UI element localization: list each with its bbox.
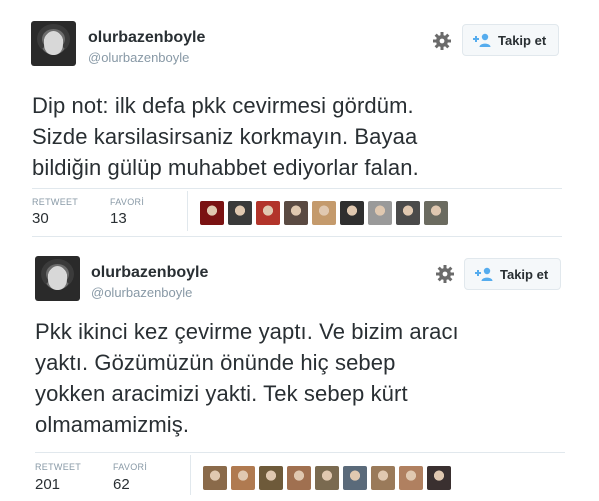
display-name[interactable]: olurbazenboyle bbox=[88, 29, 205, 47]
favoriter-avatar[interactable] bbox=[284, 201, 308, 225]
favoriters-avatars bbox=[200, 201, 448, 225]
retweet-count[interactable]: 201 bbox=[35, 476, 60, 493]
favoriter-avatar[interactable] bbox=[228, 201, 252, 225]
retweet-label: RETWEET bbox=[35, 462, 82, 472]
user-handle[interactable]: @olurbazenboyle bbox=[91, 285, 192, 300]
favorite-count[interactable]: 62 bbox=[113, 476, 130, 493]
favoriter-avatar[interactable] bbox=[371, 466, 395, 490]
favoriter-avatar[interactable] bbox=[424, 201, 448, 225]
tweet-text: Pkk ikinci kez çevirme yaptı. Ve bizim a… bbox=[35, 319, 459, 437]
favoriter-avatar[interactable] bbox=[340, 201, 364, 225]
favoriters-avatars bbox=[203, 466, 451, 490]
favorite-label: FAVORİ bbox=[110, 197, 145, 207]
follow-label: Takip et bbox=[500, 266, 549, 282]
stats-separator bbox=[187, 191, 188, 231]
gear-icon[interactable] bbox=[432, 31, 452, 51]
favoriter-avatar[interactable] bbox=[343, 466, 367, 490]
avatar-face bbox=[48, 266, 67, 290]
retweet-label: RETWEET bbox=[32, 197, 79, 207]
stats-separator bbox=[190, 455, 191, 495]
follow-button[interactable]: Takip et bbox=[464, 258, 562, 290]
follow-person-plus-icon bbox=[473, 33, 491, 47]
user-handle[interactable]: @olurbazenboyle bbox=[88, 50, 189, 65]
retweet-count[interactable]: 30 bbox=[32, 210, 49, 227]
tweet-2: olurbazenboyle @olurbazenboyle Takip et bbox=[0, 238, 599, 501]
favoriter-avatar[interactable] bbox=[368, 201, 392, 225]
follow-label: Takip et bbox=[498, 32, 547, 48]
favoriter-avatar[interactable] bbox=[259, 466, 283, 490]
avatar-face bbox=[44, 31, 63, 55]
stats-divider-top bbox=[32, 188, 562, 189]
avatar[interactable] bbox=[31, 21, 76, 66]
display-name[interactable]: olurbazenboyle bbox=[91, 264, 208, 282]
stats-divider-top bbox=[35, 452, 565, 453]
tweet-text: Dip not: ilk defa pkk cevirmesi gördüm. … bbox=[32, 93, 419, 180]
favoriter-avatar[interactable] bbox=[399, 466, 423, 490]
favoriter-avatar[interactable] bbox=[315, 466, 339, 490]
follow-person-plus-icon bbox=[475, 267, 493, 281]
favorite-label: FAVORİ bbox=[113, 462, 148, 472]
favoriter-avatar[interactable] bbox=[427, 466, 451, 490]
favoriter-avatar[interactable] bbox=[200, 201, 224, 225]
stats-divider-bottom bbox=[32, 236, 562, 237]
favorite-count[interactable]: 13 bbox=[110, 210, 127, 227]
favoriter-avatar[interactable] bbox=[231, 466, 255, 490]
follow-button[interactable]: Takip et bbox=[462, 24, 560, 56]
gear-icon[interactable] bbox=[435, 264, 455, 284]
favoriter-avatar[interactable] bbox=[396, 201, 420, 225]
tweet-1: olurbazenboyle @olurbazenboyle Takip et bbox=[0, 0, 599, 238]
favoriter-avatar[interactable] bbox=[312, 201, 336, 225]
favoriter-avatar[interactable] bbox=[256, 201, 280, 225]
favoriter-avatar[interactable] bbox=[203, 466, 227, 490]
favoriter-avatar[interactable] bbox=[287, 466, 311, 490]
avatar[interactable] bbox=[35, 256, 80, 301]
